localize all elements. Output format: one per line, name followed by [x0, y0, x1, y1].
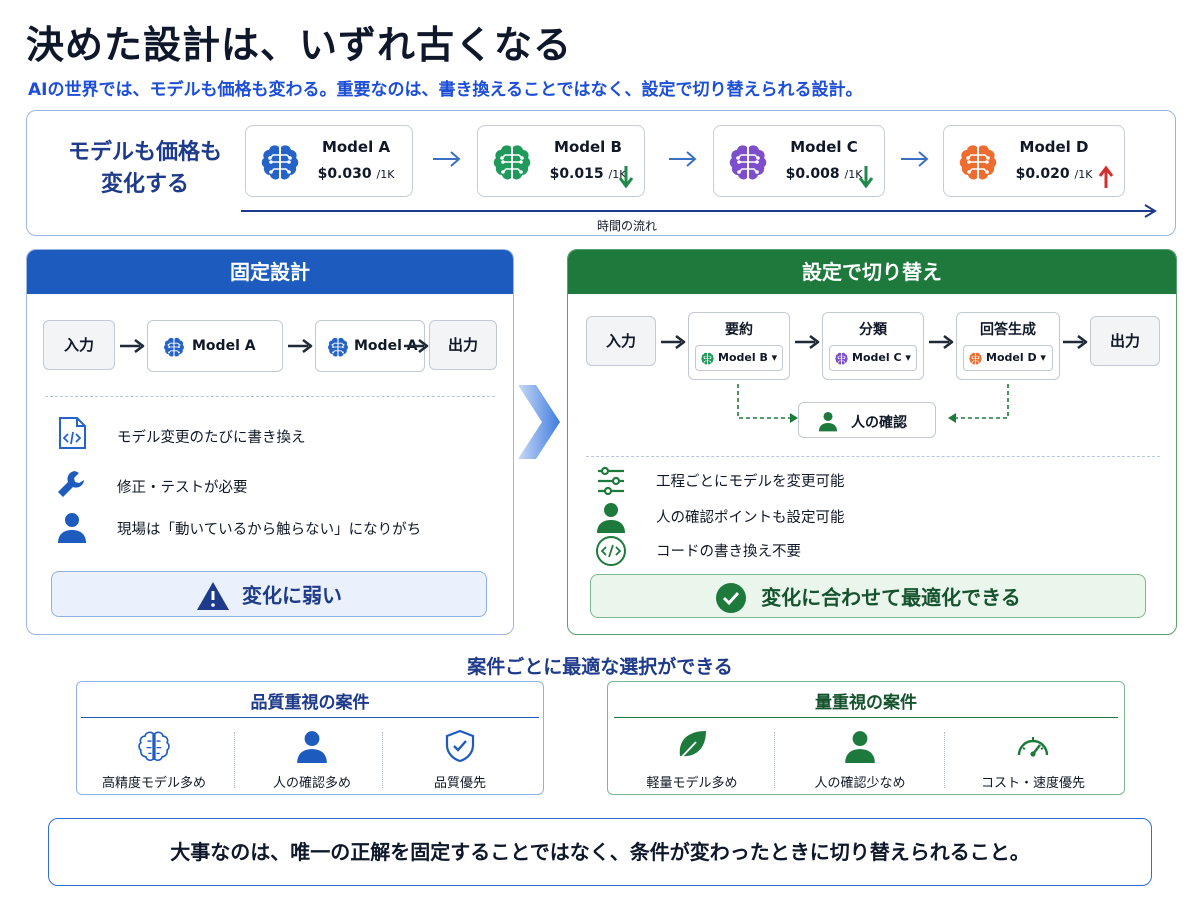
switchable-design-header: 設定で切り替え	[568, 250, 1176, 294]
person-icon	[294, 728, 330, 764]
flow-output-box: 出力	[1090, 316, 1160, 366]
quality-item-2: 人の確認多め	[235, 726, 389, 792]
divider	[614, 717, 1118, 718]
right-arrow-icon	[1062, 334, 1088, 350]
brain-icon	[726, 140, 770, 184]
brain-icon	[490, 140, 534, 184]
switch-feature-3: コードの書き換え不要	[656, 544, 801, 560]
brain-icon	[700, 351, 715, 366]
separator	[774, 732, 775, 788]
model-card-b: Model B $0.015 /1K	[477, 125, 645, 197]
flow-model-box: Model A	[147, 320, 283, 372]
divider	[45, 396, 495, 397]
volume-item-1: 軽量モデル多め	[612, 726, 772, 792]
person-icon	[55, 510, 89, 544]
down-arrow-icon	[618, 166, 634, 189]
right-arrow-icon	[660, 334, 686, 350]
brain-icon	[968, 351, 983, 366]
timeline-label-line1: モデルも価格も	[67, 140, 222, 165]
brain-icon	[162, 335, 186, 359]
model-name: Model B	[554, 138, 622, 156]
right-arrow-icon	[901, 151, 929, 167]
brain-icon	[834, 351, 849, 366]
model-select-classify[interactable]: Model C ▾	[829, 345, 917, 371]
code-file-icon	[59, 417, 86, 449]
step-box-answer: 回答生成 Model D ▾	[956, 312, 1060, 380]
right-arrow-icon	[403, 338, 429, 354]
timeline-label-line2: 変化する	[100, 172, 189, 197]
human-review-box: 人の確認	[798, 402, 936, 438]
brain-icon	[326, 335, 350, 359]
volume-item-2: 人の確認少なめ	[776, 726, 944, 792]
model-timeline: モデルも価格も 変化する Model A $0.030 /1K Model B …	[26, 110, 1176, 236]
brain-icon	[956, 140, 1000, 184]
person-icon	[817, 410, 839, 432]
brain-outline-icon	[138, 731, 170, 762]
down-arrow-icon	[858, 166, 874, 189]
brain-icon	[258, 140, 302, 184]
quality-case-card: 品質重視の案件 高精度モデル多め 人の確認多め 品質優先	[76, 681, 544, 795]
model-name: Model C	[790, 138, 858, 156]
right-arrow-icon	[119, 338, 145, 354]
model-card-c: Model C $0.008 /1K	[713, 125, 885, 197]
model-card-d: Model D $0.020 /1K	[943, 125, 1125, 197]
divider	[586, 456, 1160, 457]
page-subtitle: AIの世界では、モデルも価格も変わる。重要なのは、書き換えることではなく、設定で…	[28, 80, 863, 100]
right-arrow-icon	[433, 151, 461, 167]
speedometer-icon	[1017, 737, 1049, 757]
warning-icon	[197, 581, 229, 610]
right-arrow-icon	[794, 334, 820, 350]
time-axis-label: 時間の流れ	[596, 219, 657, 233]
sliders-icon	[598, 466, 624, 496]
separator	[944, 732, 945, 788]
right-arrow-icon	[928, 334, 954, 350]
fixed-design-panel: 固定設計 入力 Model A Model A 出力 モデル変更のたびに書き換え…	[26, 249, 514, 635]
model-name: Model D	[1019, 138, 1089, 156]
quality-item-1: 高精度モデル多め	[77, 726, 231, 792]
cases-title: 案件ごとに最適な選択ができる	[467, 656, 733, 678]
code-icon	[596, 536, 626, 566]
model-select-summary[interactable]: Model B ▾	[695, 345, 783, 371]
transition-arrow-icon	[518, 385, 560, 459]
timeline-label: モデルも価格も 変化する	[45, 137, 245, 201]
fixed-feature-3: 現場は「動いているから触らない」になりがち	[117, 522, 422, 538]
flow-input-box: 入力	[586, 316, 656, 366]
up-arrow-icon	[1098, 165, 1114, 188]
divider	[81, 717, 539, 718]
footer-message: 大事なのは、唯一の正解を固定することではなく、条件が変わったときに切り替えられる…	[48, 818, 1152, 886]
fixed-design-header: 固定設計	[27, 250, 513, 294]
model-price: $0.020 /1K	[1015, 166, 1093, 182]
switch-feature-1: 工程ごとにモデルを変更可能	[656, 474, 845, 490]
fixed-weakness-banner: 変化に弱い	[51, 571, 487, 617]
volume-item-3: コスト・速度優先	[948, 726, 1118, 792]
flow-input-box: 入力	[43, 320, 115, 370]
switch-feature-2: 人の確認ポイントも設定可能	[656, 510, 845, 526]
switchable-design-panel: 設定で切り替え 入力 要約 Model B ▾ 分類 Model C ▾ 回答生…	[567, 249, 1177, 635]
right-arrow-icon	[669, 151, 697, 167]
fixed-feature-2: 修正・テストが必要	[117, 480, 248, 496]
flow-output-box: 出力	[429, 320, 497, 370]
model-card-a: Model A $0.030 /1K	[245, 125, 413, 197]
page-title: 決めた設計は、いずれ古くなる	[26, 23, 573, 67]
fixed-feature-1: モデル変更のたびに書き換え	[117, 430, 306, 446]
volume-case-header: 量重視の案件	[815, 693, 917, 713]
right-arrow-icon	[287, 338, 313, 354]
model-price: $0.030 /1K	[317, 166, 395, 182]
step-box-summary: 要約 Model B ▾	[688, 312, 790, 380]
model-select-answer[interactable]: Model D ▾	[963, 345, 1053, 371]
volume-case-card: 量重視の案件 軽量モデル多め 人の確認少なめ コスト・速度優先	[607, 681, 1125, 795]
person-icon	[594, 500, 628, 534]
leaf-icon	[677, 731, 706, 762]
quality-item-3: 品質優先	[383, 726, 537, 792]
switch-strength-banner: 変化に合わせて最適化できる	[590, 574, 1146, 618]
quality-case-header: 品質重視の案件	[250, 693, 370, 713]
shield-check-icon	[445, 729, 475, 763]
check-circle-icon	[716, 582, 747, 613]
step-box-classify: 分類 Model C ▾	[822, 312, 924, 380]
model-name: Model A	[321, 138, 391, 156]
wrench-icon	[58, 471, 84, 497]
person-icon	[842, 728, 878, 764]
